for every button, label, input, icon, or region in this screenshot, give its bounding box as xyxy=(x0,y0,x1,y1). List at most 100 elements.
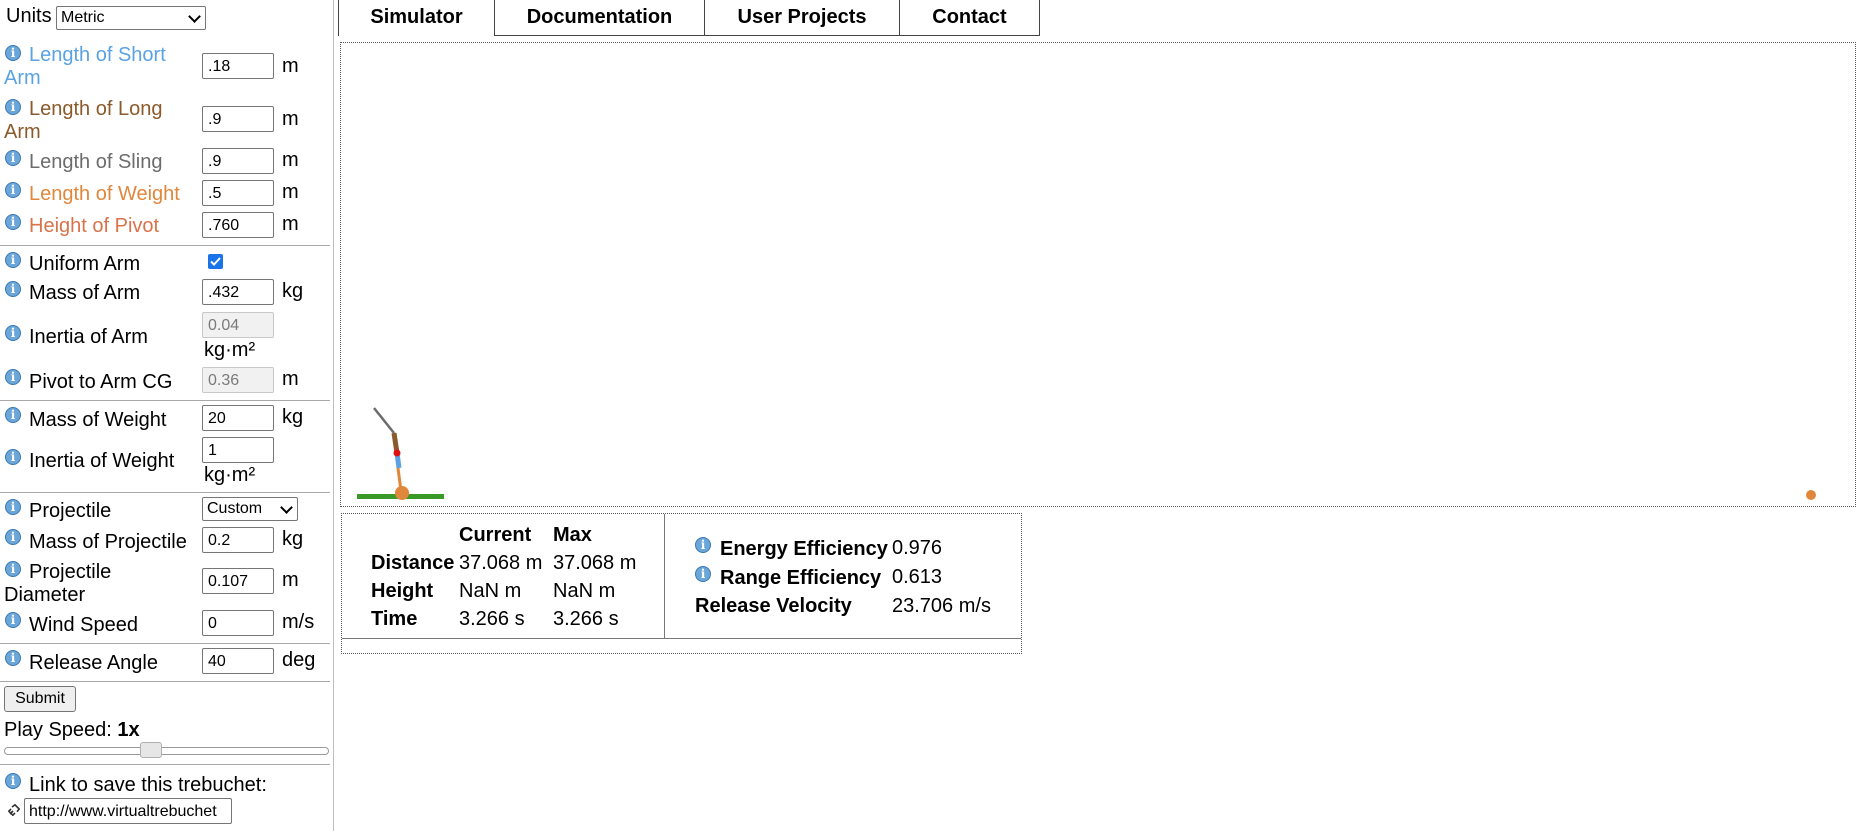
projectile-select[interactable]: Custom xyxy=(202,497,298,521)
pivot-height-input[interactable]: .760 xyxy=(202,212,274,238)
weight-inertia-input[interactable]: 1 xyxy=(202,437,274,463)
projectile-row: i Projectile Custom xyxy=(0,497,334,525)
wind-speed-row: i Wind Speed 0 m/s xyxy=(0,610,334,640)
time-max: 3.266 s xyxy=(553,608,619,630)
divider xyxy=(0,400,330,401)
results-divider xyxy=(664,514,665,638)
results-bottom-divider xyxy=(342,638,1021,639)
arm-cg-unit: m xyxy=(282,368,299,390)
arm-inertia-label: Inertia of Arm xyxy=(29,326,148,348)
units-select-value: Metric xyxy=(61,9,105,26)
weight-inertia-row: i Inertia of Weight 1 kg·m² xyxy=(0,437,334,489)
projectile-label: Projectile xyxy=(29,500,112,522)
tab-simulator-label: Simulator xyxy=(370,6,463,28)
info-icon[interactable]: i xyxy=(695,537,711,553)
save-link-label: Link to save this trebuchet: xyxy=(29,774,267,796)
chevron-down-icon xyxy=(188,10,201,23)
projectile xyxy=(1806,490,1816,500)
distance-max: 37.068 m xyxy=(553,552,637,574)
divider xyxy=(0,764,330,765)
release-angle-row: i Release Angle 40 deg xyxy=(0,648,334,678)
projectile-mass-row: i Mass of Projectile 0.2 kg xyxy=(0,527,334,557)
chevron-down-icon xyxy=(280,501,293,514)
long-arm-input[interactable]: .9 xyxy=(202,106,274,132)
units-select[interactable]: Metric xyxy=(56,6,206,30)
arm-inertia-row: i Inertia of Arm 0.04 kg·m² xyxy=(0,312,334,364)
release-velocity-value: 23.706 m/s xyxy=(892,595,991,617)
release-angle-input[interactable]: 40 xyxy=(202,648,274,674)
weight-mass-row: i Mass of Weight 20 kg xyxy=(0,405,334,435)
uniform-arm-checkbox[interactable] xyxy=(208,254,223,269)
long-arm-unit: m xyxy=(282,108,299,130)
weight-mass-label: Mass of Weight xyxy=(29,409,167,431)
arm-mass-unit: kg xyxy=(282,280,304,302)
units-row: Units Metric xyxy=(0,4,334,32)
sling-row: i Length of Sling .9 m xyxy=(0,148,334,178)
weight-inertia-unit: kg·m² xyxy=(204,464,256,486)
link-icon xyxy=(8,804,20,816)
save-link-input[interactable]: http://www.virtualtrebuchet xyxy=(24,798,232,824)
play-speed-text: Play Speed: xyxy=(4,719,112,741)
projectile-mass-input[interactable]: 0.2 xyxy=(202,527,274,553)
simulation-canvas[interactable] xyxy=(340,42,1856,507)
counterweight xyxy=(395,486,409,500)
long-arm-row: i Length of Long Arm .9 m xyxy=(0,96,334,144)
weight-length-row: i Length of Weight .5 m xyxy=(0,180,334,210)
short-arm-unit: m xyxy=(282,55,299,77)
divider xyxy=(0,492,330,493)
play-speed-row: Play Speed: 1x xyxy=(0,716,334,760)
header-current: Current xyxy=(459,524,532,546)
arm-cg-input: 0.36 xyxy=(202,367,274,393)
projectile-diameter-input[interactable]: 0.107 xyxy=(202,568,274,594)
sling xyxy=(373,407,395,434)
tab-contact-label: Contact xyxy=(932,6,1007,28)
tab-documentation-label: Documentation xyxy=(526,6,673,28)
tab-contact[interactable]: Contact xyxy=(899,0,1040,36)
arm-mass-row: i Mass of Arm .432 kg xyxy=(0,279,334,309)
short-arm-input[interactable]: .18 xyxy=(202,53,274,79)
slider-thumb[interactable] xyxy=(140,742,162,758)
parameters-panel: Units Metric i Length of Short Arm .18 m… xyxy=(0,0,334,831)
wind-speed-input[interactable]: 0 xyxy=(202,610,274,636)
weight-mass-unit: kg xyxy=(282,406,304,428)
energy-efficiency-label: Energy Efficiency xyxy=(720,538,888,560)
arm-inertia-unit: kg·m² xyxy=(204,339,256,361)
height-label: Height xyxy=(371,580,434,602)
tab-user-projects[interactable]: User Projects xyxy=(704,0,900,36)
play-speed-slider[interactable] xyxy=(4,742,329,758)
distance-current: 37.068 m xyxy=(459,552,543,574)
wind-speed-label: Wind Speed xyxy=(29,614,138,636)
energy-efficiency-value: 0.976 xyxy=(892,537,943,559)
weight-length-input[interactable]: .5 xyxy=(202,180,274,206)
submit-button-label: Submit xyxy=(15,690,65,707)
uniform-arm-row: i Uniform Arm xyxy=(0,250,334,278)
pivot-height-unit: m xyxy=(282,213,299,235)
pivot-point xyxy=(393,449,401,457)
sling-input[interactable]: .9 xyxy=(202,148,274,174)
submit-button[interactable]: Submit xyxy=(4,686,76,712)
projectile-mass-unit: kg xyxy=(282,528,304,550)
short-arm-row: i Length of Short Arm .18 m xyxy=(0,42,334,90)
arm-cg-label: Pivot to Arm CG xyxy=(29,371,173,393)
divider xyxy=(0,245,330,246)
pivot-height-label: Height of Pivot xyxy=(29,215,160,237)
arm-inertia-input: 0.04 xyxy=(202,312,274,338)
weight-mass-input[interactable]: 20 xyxy=(202,405,274,431)
short-arm-label: Length of Short Arm xyxy=(4,44,166,89)
arm-mass-input[interactable]: .432 xyxy=(202,279,274,305)
tab-documentation[interactable]: Documentation xyxy=(494,0,705,36)
projectile-diameter-label: Projectile Diameter xyxy=(4,561,112,606)
release-velocity-label: Release Velocity xyxy=(695,595,852,617)
save-link-row: i Link to save this trebuchet: http://ww… xyxy=(0,770,334,830)
uniform-arm-label: Uniform Arm xyxy=(29,253,141,275)
distance-label: Distance xyxy=(371,552,455,574)
arm-cg-row: i Pivot to Arm CG 0.36 m xyxy=(0,367,334,397)
time-label: Time xyxy=(371,608,418,630)
release-angle-label: Release Angle xyxy=(29,652,158,674)
weight-length-unit: m xyxy=(282,181,299,203)
units-label: Units xyxy=(6,5,52,27)
tab-simulator[interactable]: Simulator xyxy=(338,0,495,36)
height-max: NaN m xyxy=(553,580,616,602)
range-efficiency-label: Range Efficiency xyxy=(720,567,882,589)
info-icon[interactable]: i xyxy=(695,566,711,582)
